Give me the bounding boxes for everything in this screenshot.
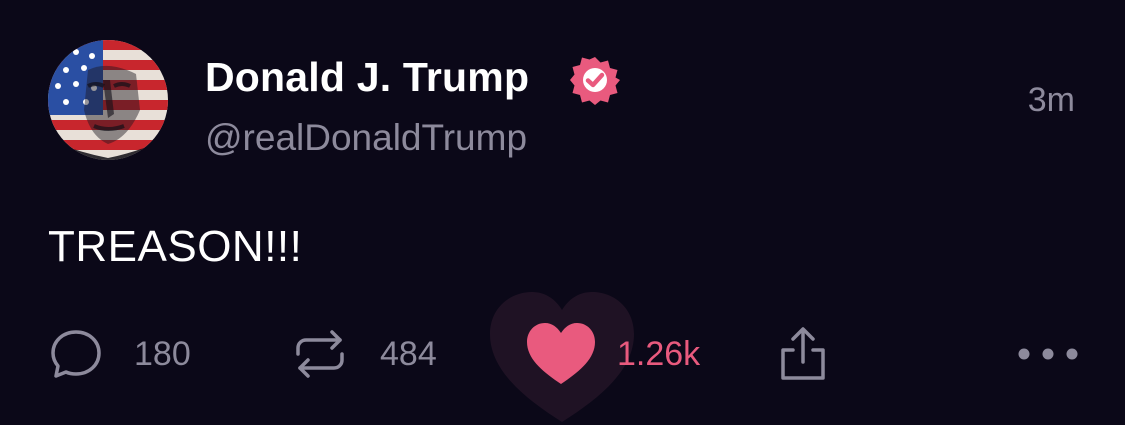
- speech-bubble-icon: [51, 330, 101, 378]
- more-options-button[interactable]: [1016, 322, 1080, 386]
- like-button[interactable]: 1.26k: [525, 322, 700, 386]
- like-count: 1.26k: [617, 335, 701, 373]
- repost-count: 484: [380, 335, 437, 373]
- verified-badge-icon: [570, 57, 620, 105]
- avatar-image: [48, 40, 168, 160]
- more-dots-icon: [1018, 348, 1078, 360]
- heart-icon: [527, 323, 595, 384]
- post-timestamp[interactable]: 3m: [1028, 80, 1075, 120]
- author-display-name[interactable]: Donald J. Trump: [205, 52, 529, 102]
- share-button[interactable]: [775, 322, 831, 386]
- avatar[interactable]: [48, 40, 168, 160]
- share-upload-icon: [781, 327, 825, 380]
- reply-button[interactable]: 180: [48, 322, 191, 386]
- post-text: TREASON!!!: [48, 222, 303, 271]
- repost-button[interactable]: 484: [290, 322, 437, 386]
- author-handle[interactable]: @realDonaldTrump: [205, 116, 527, 160]
- reply-count: 180: [134, 335, 191, 373]
- repost-arrows-icon: [296, 330, 344, 378]
